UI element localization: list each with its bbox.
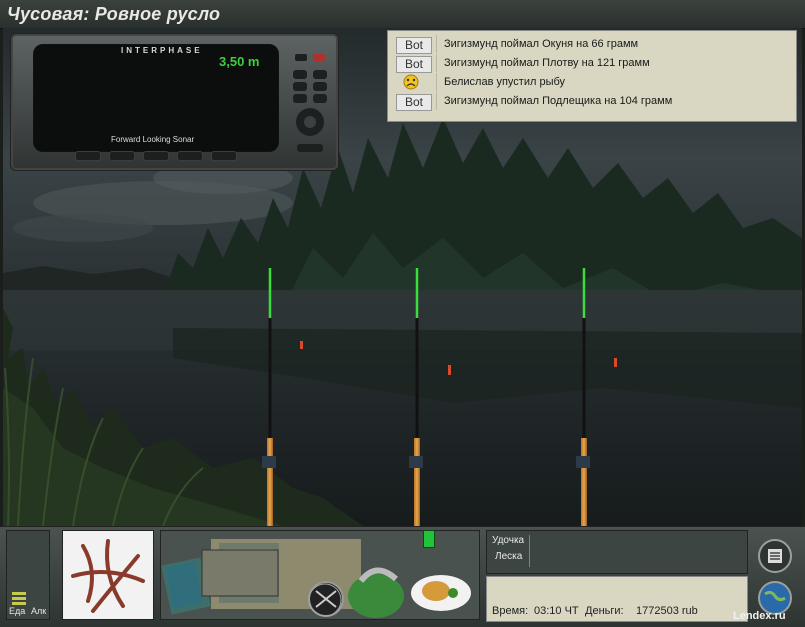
- location-title: Чусовая: Ровное русло: [7, 4, 221, 24]
- rod-label[interactable]: Удочка: [492, 535, 524, 546]
- money-value: 1772503 rub: [636, 605, 698, 617]
- chat-message: Bot Зигизмунд поймал Окуня на 66 грамм: [393, 35, 793, 54]
- float-3: [614, 358, 617, 367]
- fish-bucket-icon[interactable]: [340, 560, 410, 615]
- tackle-info-panel: [486, 530, 748, 574]
- game-time-value: 03:10 ЧТ: [534, 605, 579, 617]
- float-2: [448, 365, 451, 375]
- sonar-brand: INTERPHASE: [121, 46, 203, 55]
- chat-message-text: Белислав упустил рыбу: [444, 76, 566, 88]
- food-plate-icon[interactable]: [410, 565, 475, 610]
- chat-message-text: Зигизмунд поймал Подлещика на 104 грамм: [444, 95, 673, 107]
- money-label: Деньги:: [585, 605, 624, 617]
- food-label: Еда: [9, 606, 26, 616]
- sonar-button-row: [75, 151, 245, 161]
- chat-log[interactable]: Bot Зигизмунд поймал Окуня на 66 грамм B…: [387, 30, 797, 122]
- worm-bait-icon: [71, 539, 145, 613]
- sonar-caption: Forward Looking Sonar: [111, 135, 195, 144]
- chat-message: Белислав упустил рыбу: [393, 73, 793, 91]
- float-1: [300, 341, 303, 349]
- sad-smiley-icon: [403, 74, 419, 90]
- line-label[interactable]: Леска: [495, 551, 522, 562]
- sonar-depth-readout: 3,50 m: [219, 54, 260, 69]
- chat-message-text: Зигизмунд поймал Окуня на 66 грамм: [444, 38, 639, 50]
- watermark: Lendex.ru: [733, 610, 786, 622]
- chat-message-text: Зигизмунд поймал Плотву на 121 грамм: [444, 57, 650, 69]
- menu-list-icon[interactable]: [757, 538, 793, 574]
- time-label: Время:: [492, 605, 529, 617]
- title-bar: Чусовая: Ровное русло: [0, 0, 805, 29]
- sonar-button-3[interactable]: [143, 151, 169, 161]
- alcohol-label: Алк: [31, 606, 47, 616]
- fishing-guide-book-icon[interactable]: [165, 560, 205, 610]
- sonar-button-4[interactable]: [177, 151, 203, 161]
- bite-indicator: [423, 530, 435, 548]
- sonar-button-5[interactable]: [211, 151, 237, 161]
- chat-message: Bot Зигизмунд поймал Подлещика на 104 гр…: [393, 92, 793, 111]
- sonar-device[interactable]: INTERPHASE 3,50 m Forward Looking Sonar: [10, 33, 339, 171]
- bot-badge: Bot: [396, 94, 432, 111]
- bot-badge: Bot: [396, 56, 432, 73]
- sonar-keypad[interactable]: [291, 54, 331, 158]
- chat-message: Bot Зигизмунд поймал Плотву на 121 грамм: [393, 54, 793, 73]
- bait-slot[interactable]: [62, 530, 154, 620]
- sonar-button-1[interactable]: [75, 151, 101, 161]
- compass-icon[interactable]: [305, 580, 345, 620]
- food-meter-icon: [12, 592, 26, 605]
- bot-badge: Bot: [396, 37, 432, 54]
- tackle-box-icon[interactable]: [200, 540, 280, 600]
- sonar-button-2[interactable]: [109, 151, 135, 161]
